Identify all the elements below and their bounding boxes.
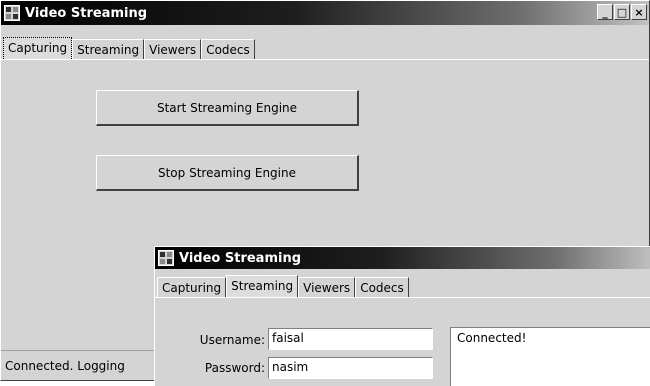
- window-title: Video Streaming: [25, 5, 148, 21]
- tab-codecs[interactable]: Codecs: [355, 277, 409, 297]
- second-tab-strip: Capturing Streaming Viewers Codecs: [157, 275, 409, 297]
- close-button[interactable]: ×: [631, 4, 647, 20]
- stop-streaming-button[interactable]: Stop Streaming Engine: [96, 155, 359, 191]
- username-label: Username:: [199, 333, 265, 347]
- minimize-icon: _: [602, 5, 608, 19]
- maximize-button[interactable]: □: [614, 4, 630, 20]
- second-window: Video Streaming Capturing Streaming View…: [154, 246, 650, 386]
- status-text: Connected. Logging: [5, 359, 125, 373]
- app-icon: [158, 250, 174, 266]
- tab-panel-edge: [155, 297, 650, 298]
- main-tab-strip: Capturing Streaming Viewers Codecs: [3, 37, 255, 59]
- start-streaming-button[interactable]: Start Streaming Engine: [96, 90, 359, 126]
- tab-codecs[interactable]: Codecs: [201, 39, 255, 59]
- tab-streaming[interactable]: Streaming: [226, 275, 299, 297]
- log-output[interactable]: Connected!: [450, 327, 650, 386]
- password-field[interactable]: nasim: [268, 357, 433, 379]
- tab-viewers[interactable]: Viewers: [144, 39, 202, 59]
- tab-streaming[interactable]: Streaming: [72, 39, 145, 59]
- maximize-icon: □: [616, 5, 628, 19]
- second-window-title: Video Streaming: [179, 250, 302, 266]
- tab-capturing[interactable]: Capturing: [157, 277, 227, 297]
- username-field[interactable]: faisal: [268, 328, 433, 350]
- main-title-bar[interactable]: Video Streaming _ □ ×: [1, 1, 649, 25]
- minimize-button[interactable]: _: [597, 4, 613, 20]
- log-text: Connected!: [457, 331, 527, 345]
- password-label: Password:: [204, 361, 265, 375]
- tab-viewers[interactable]: Viewers: [298, 277, 356, 297]
- tab-panel-edge: [1, 59, 649, 60]
- second-title-bar[interactable]: Video Streaming: [155, 247, 650, 269]
- close-icon: ×: [634, 5, 644, 19]
- tab-capturing[interactable]: Capturing: [3, 37, 73, 59]
- app-icon: [4, 5, 20, 21]
